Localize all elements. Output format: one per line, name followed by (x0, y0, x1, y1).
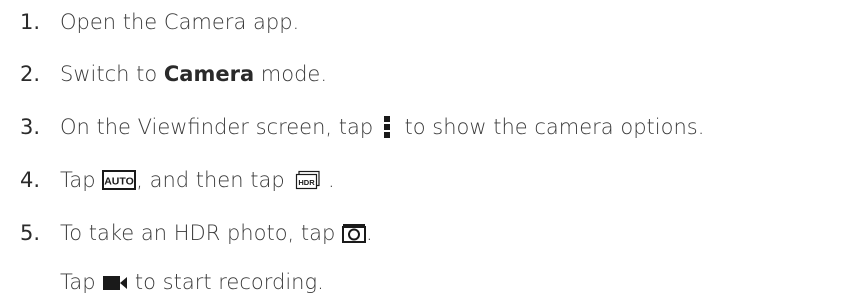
step-number: 5. (20, 221, 41, 245)
step-text: Switch to Camera mode. (60, 62, 327, 86)
hdr-mode-icon-label: HDR (299, 178, 316, 187)
step-text-segment: mode. (254, 62, 328, 86)
step-number: 1. (20, 10, 41, 34)
step-text-segment: to show the camera options. (397, 115, 705, 139)
menu-dots-icon (382, 114, 394, 140)
step-text: Open the Camera app. (60, 10, 299, 34)
step-number: 4. (20, 168, 41, 192)
auto-mode-icon: AUTO (102, 170, 137, 190)
step-text-segment: Open the Camera app. (60, 10, 300, 34)
note-text-segment: to start recording. (128, 270, 324, 294)
step-text-segment: Tap (60, 168, 103, 192)
note-text: Tap to start recording. (60, 270, 324, 294)
hdr-mode-icon: HDR (295, 170, 321, 190)
step-text-segment: To take an HDR photo, tap (60, 221, 343, 245)
step-text: Tap AUTO , and then tap HDR . (60, 168, 335, 192)
step-text-segment: . (366, 221, 373, 245)
step-text-segment: Switch to (60, 62, 164, 86)
step-text-segment: . (321, 168, 335, 192)
step-text: To take an HDR photo, tap . (60, 221, 373, 245)
auto-mode-icon-label: AUTO (104, 176, 134, 188)
step-number: 2. (20, 62, 41, 86)
step-number: 3. (20, 115, 41, 139)
step-text-segment: On the Viewfinder screen, tap (60, 115, 380, 139)
camera-shutter-icon (342, 223, 367, 243)
step-text: On the Viewfinder screen, tap to show th… (60, 114, 704, 140)
video-record-icon (102, 273, 128, 291)
note-text-segment: Tap (60, 270, 103, 294)
camera-mode-label: Camera (163, 62, 255, 86)
step-text-segment: , and then tap (136, 168, 292, 192)
